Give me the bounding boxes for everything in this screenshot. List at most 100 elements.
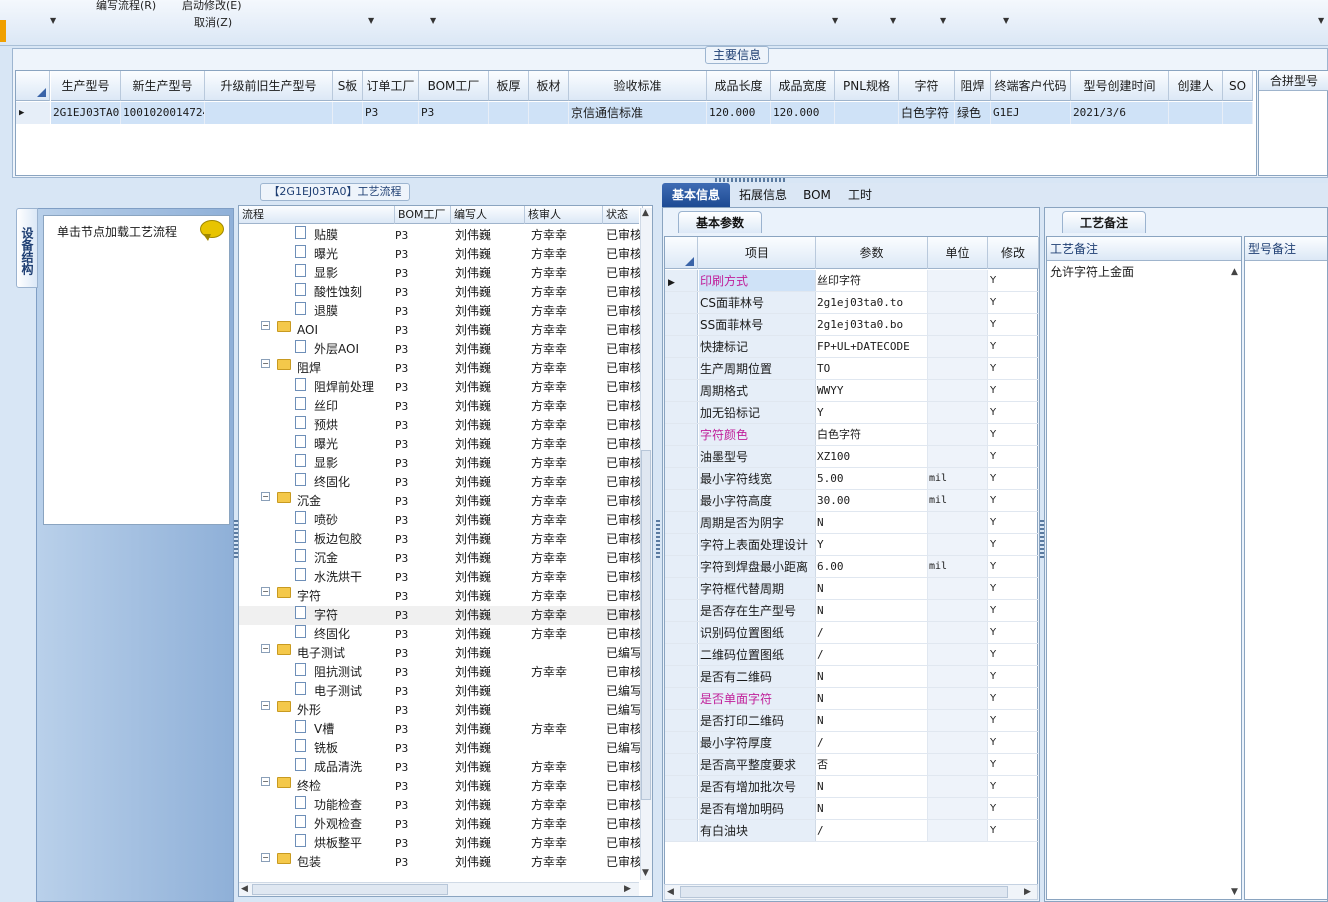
main-col-header[interactable]: 升级前旧生产型号: [205, 71, 333, 101]
param-value[interactable]: N: [816, 688, 928, 709]
param-value[interactable]: N: [816, 600, 928, 621]
tree-row[interactable]: V槽 P3 刘伟巍 方幸幸 已审核: [239, 720, 641, 739]
tree-row[interactable]: 贴膜 P3 刘伟巍 方幸幸 已审核: [239, 226, 641, 245]
tree-row[interactable]: 功能检查 P3 刘伟巍 方幸幸 已审核: [239, 796, 641, 815]
process-remark-text[interactable]: 允许字符上金面: [1050, 263, 1134, 280]
tree-row[interactable]: 外层AOI P3 刘伟巍 方幸幸 已审核: [239, 340, 641, 359]
param-value[interactable]: 白色字符: [816, 424, 928, 445]
tree-row[interactable]: 烘板整平 P3 刘伟巍 方幸幸 已审核: [239, 834, 641, 853]
collapse-icon[interactable]: −: [261, 701, 270, 710]
row-indicator[interactable]: [665, 754, 698, 775]
scroll-left-icon[interactable]: ◀: [241, 884, 248, 894]
tree-row[interactable]: 预烘 P3 刘伟巍 方幸幸 已审核: [239, 416, 641, 435]
row-indicator[interactable]: [665, 820, 698, 841]
param-modify[interactable]: Y: [988, 666, 1039, 687]
param-value[interactable]: /: [816, 644, 928, 665]
main-col-header[interactable]: 生产型号: [51, 71, 121, 101]
tree-row[interactable]: 显影 P3 刘伟巍 方幸幸 已审核: [239, 454, 641, 473]
param-value[interactable]: 2g1ej03ta0.to: [816, 292, 928, 313]
row-indicator[interactable]: [665, 512, 698, 533]
param-value[interactable]: 5.00: [816, 468, 928, 489]
tree-col-header[interactable]: BOM工厂: [395, 206, 451, 224]
param-modify[interactable]: Y: [988, 578, 1039, 599]
param-modify[interactable]: Y: [988, 446, 1039, 467]
param-row[interactable]: 字符颜色 白色字符 Y: [665, 424, 1039, 446]
main-col-header[interactable]: 成品长度: [707, 71, 771, 101]
row-indicator[interactable]: [665, 358, 698, 379]
tree-row[interactable]: 电子测试 P3 刘伟巍 已编写: [239, 682, 641, 701]
param-value[interactable]: N: [816, 710, 928, 731]
main-cell[interactable]: P3: [419, 102, 489, 124]
basic-params-grid[interactable]: 项目 参数 单位 修改 ▶ 印刷方式 丝印字符 Y CS面菲林号 2g1ej03ta0.t…: [664, 236, 1039, 842]
tree-row[interactable]: − 电子测试 P3 刘伟巍 已编写: [239, 644, 641, 663]
param-row[interactable]: SS面菲林号 2g1ej03ta0.bo Y: [665, 314, 1039, 336]
row-indicator[interactable]: [665, 710, 698, 731]
tree-row[interactable]: 字符 P3 刘伟巍 方幸幸 已审核: [239, 606, 641, 625]
col-item-header[interactable]: 项目: [699, 237, 816, 269]
row-indicator[interactable]: [665, 732, 698, 753]
main-col-header[interactable]: 成品宽度: [771, 71, 835, 101]
tab-process-remark[interactable]: 工艺备注: [1062, 211, 1146, 233]
collapse-icon[interactable]: −: [261, 644, 270, 653]
dropdown-arrow-icon[interactable]: ▼: [1003, 16, 1009, 25]
main-col-header[interactable]: PNL规格: [835, 71, 899, 101]
tree-row[interactable]: − AOI P3 刘伟巍 方幸幸 已审核: [239, 321, 641, 340]
row-indicator[interactable]: [665, 666, 698, 687]
collapse-icon[interactable]: −: [261, 321, 270, 330]
main-cell[interactable]: [1223, 102, 1253, 124]
param-modify[interactable]: Y: [988, 776, 1039, 797]
params-scroll-thumb[interactable]: [680, 886, 1008, 898]
dropdown-arrow-icon[interactable]: ▼: [890, 16, 896, 25]
row-indicator[interactable]: [665, 578, 698, 599]
row-indicator[interactable]: [665, 644, 698, 665]
main-col-header[interactable]: 型号创建时间: [1071, 71, 1169, 101]
row-indicator[interactable]: [665, 534, 698, 555]
tree-row[interactable]: − 终检 P3 刘伟巍 方幸幸 已审核: [239, 777, 641, 796]
tab-work-hours[interactable]: 工时: [840, 183, 880, 207]
row-indicator[interactable]: [665, 446, 698, 467]
param-value[interactable]: N: [816, 666, 928, 687]
param-modify[interactable]: Y: [988, 600, 1039, 621]
param-value[interactable]: 否: [816, 754, 928, 775]
param-row[interactable]: 是否单面字符 N Y: [665, 688, 1039, 710]
main-col-header[interactable]: BOM工厂: [419, 71, 489, 101]
tree-col-header[interactable]: 状态: [603, 206, 643, 224]
param-value[interactable]: N: [816, 798, 928, 819]
main-cell[interactable]: 绿色: [955, 102, 991, 124]
scroll-up-icon[interactable]: ▲: [642, 208, 649, 218]
tree-row[interactable]: − 包装 P3 刘伟巍 方幸幸 已审核: [239, 853, 641, 872]
param-modify[interactable]: Y: [988, 380, 1039, 401]
main-cell[interactable]: [529, 102, 569, 124]
scroll-left-icon[interactable]: ◀: [667, 887, 674, 897]
tree-horizontal-scroll-thumb[interactable]: [252, 884, 448, 895]
dropdown-arrow-icon[interactable]: ▼: [832, 16, 838, 25]
param-modify[interactable]: Y: [988, 292, 1039, 313]
process-flow-tree[interactable]: 流程 BOM工厂 编写人 核审人 状态 贴膜 P3 刘伟巍 方幸幸 已审核 曝光 P3 刘伟巍 方幸幸已…: [238, 205, 653, 897]
tree-vertical-scroll-thumb[interactable]: [641, 450, 651, 800]
col-modify-header[interactable]: 修改: [988, 237, 1039, 269]
main-cell[interactable]: 京信通信标准: [569, 102, 707, 124]
param-value[interactable]: N: [816, 512, 928, 533]
param-row[interactable]: 是否打印二维码 N Y: [665, 710, 1039, 732]
scroll-right-icon[interactable]: ▶: [624, 884, 631, 894]
tree-row[interactable]: 板边包胶 P3 刘伟巍 方幸幸 已审核: [239, 530, 641, 549]
tree-row[interactable]: 沉金 P3 刘伟巍 方幸幸 已审核: [239, 549, 641, 568]
param-modify[interactable]: Y: [988, 710, 1039, 731]
param-row[interactable]: 最小字符厚度 / Y: [665, 732, 1039, 754]
main-cell[interactable]: G1EJ: [991, 102, 1071, 124]
row-indicator[interactable]: [665, 292, 698, 313]
param-row[interactable]: 是否存在生产型号 N Y: [665, 600, 1039, 622]
param-value[interactable]: 30.00: [816, 490, 928, 511]
param-row[interactable]: 识别码位置图纸 / Y: [665, 622, 1039, 644]
param-row[interactable]: 有白油块 / Y: [665, 820, 1039, 842]
main-cell[interactable]: 120.000: [771, 102, 835, 124]
param-row[interactable]: ▶ 印刷方式 丝印字符 Y: [665, 270, 1039, 292]
row-indicator[interactable]: [665, 336, 698, 357]
param-modify[interactable]: Y: [988, 424, 1039, 445]
tree-row[interactable]: 终固化 P3 刘伟巍 方幸幸 已审核: [239, 473, 641, 492]
tree-row[interactable]: 阻焊前处理 P3 刘伟巍 方幸幸 已审核: [239, 378, 641, 397]
param-value[interactable]: TO: [816, 358, 928, 379]
row-indicator[interactable]: [665, 468, 698, 489]
param-row[interactable]: 生产周期位置 TO Y: [665, 358, 1039, 380]
param-value[interactable]: Y: [816, 534, 928, 555]
